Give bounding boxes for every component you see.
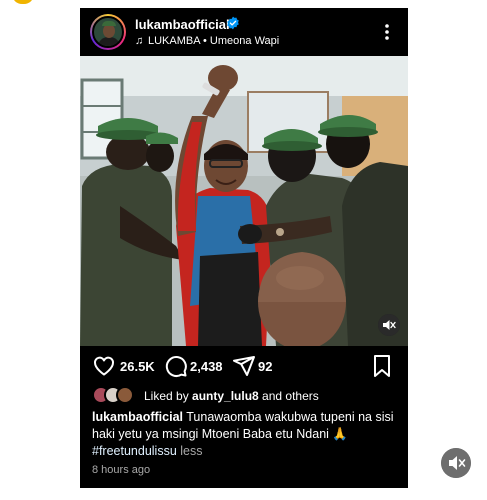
- liked-by-text: Liked by aunty_lulu8 and others: [144, 389, 319, 403]
- music-note-icon: ♫: [135, 35, 144, 47]
- action-bar: 26.5K 2,438 92: [80, 352, 408, 384]
- post-caption: lukambaofficial Tunawaomba wakubwa tupen…: [92, 409, 398, 460]
- comment-icon[interactable]: [164, 354, 188, 378]
- photo-scene: [80, 56, 408, 346]
- post-photo[interactable]: [80, 56, 408, 346]
- instagram-post-card: lukambaofficial ♫ LUKAMBA • Umeona Wapi: [80, 8, 408, 488]
- post-username[interactable]: lukambaofficial: [135, 17, 230, 32]
- like-count: 26.5K: [120, 359, 155, 374]
- post-timestamp: 8 hours ago: [92, 464, 151, 476]
- liker-avatar: [116, 386, 134, 404]
- verified-badge-icon: [227, 16, 239, 30]
- caption-username[interactable]: lukambaofficial: [92, 410, 183, 424]
- heart-icon[interactable]: [92, 354, 116, 378]
- bookmark-icon[interactable]: [372, 354, 392, 378]
- audio-track-link[interactable]: LUKAMBA • Umeona Wapi: [148, 35, 279, 47]
- video-mute-icon[interactable]: [441, 448, 471, 478]
- comment-count: 2,438: [190, 359, 223, 374]
- liked-by-user[interactable]: aunty_lulu8: [192, 389, 259, 403]
- profile-avatar[interactable]: [90, 14, 126, 50]
- caption-less-link[interactable]: less: [177, 444, 202, 458]
- caption-hashtag[interactable]: #freetundulissu: [92, 444, 177, 458]
- speaker-muted-icon[interactable]: [378, 314, 400, 336]
- more-options-icon[interactable]: [380, 22, 394, 42]
- share-count: 92: [258, 359, 273, 374]
- post-header: lukambaofficial ♫ LUKAMBA • Umeona Wapi: [80, 8, 408, 56]
- send-icon[interactable]: [232, 354, 256, 378]
- liked-by-row[interactable]: Liked by aunty_lulu8 and others: [92, 386, 402, 406]
